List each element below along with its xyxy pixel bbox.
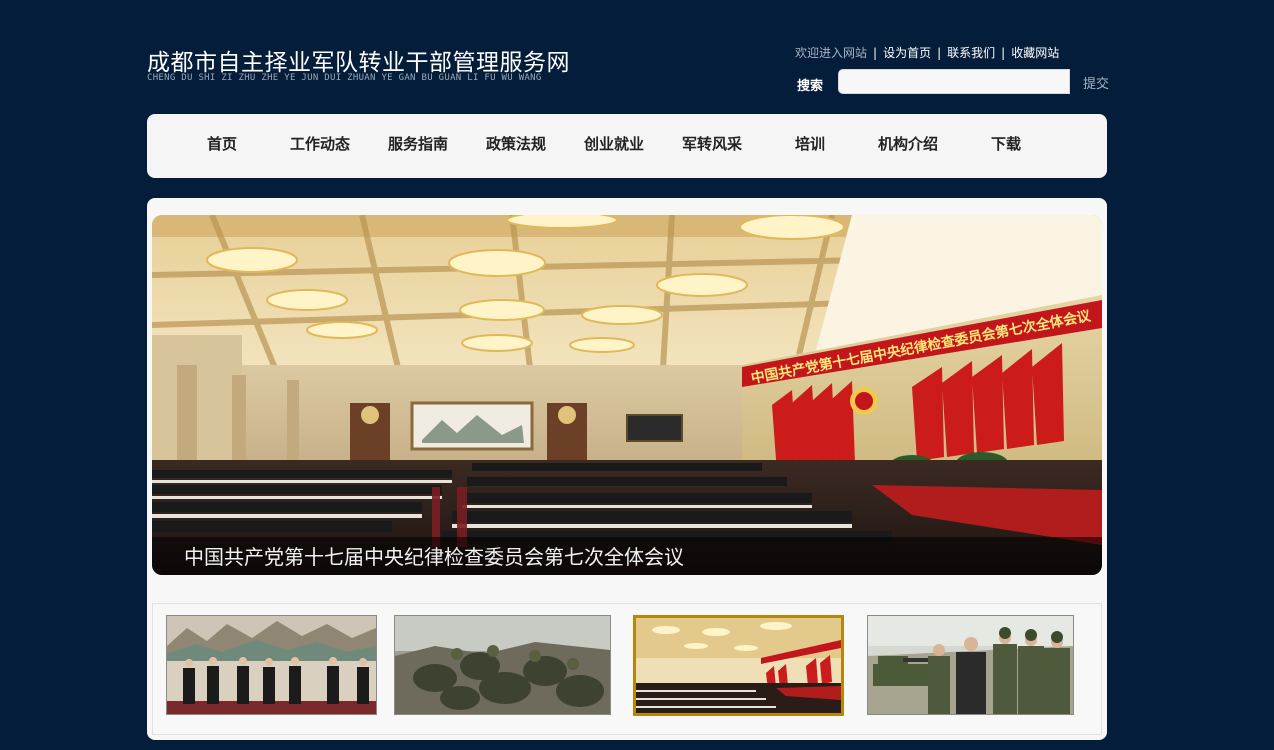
bookmark-site-link[interactable]: 收藏网站 [1011, 44, 1059, 61]
set-homepage-link[interactable]: 设为首页 [883, 44, 931, 61]
welcome-link[interactable]: 欢迎进入网站 [795, 44, 867, 61]
nav-item-home[interactable]: 首页 [173, 114, 271, 178]
main-nav: 首页 工作动态 服务指南 政策法规 创业就业 军转风采 培训 机构介绍 下载 [147, 114, 1107, 178]
nav-item-download[interactable]: 下载 [957, 114, 1055, 178]
thumbnail-4[interactable] [867, 615, 1074, 715]
nav-item-service-guide[interactable]: 服务指南 [369, 114, 467, 178]
nav-item-employment[interactable]: 创业就业 [565, 114, 663, 178]
thumbnail-photo-soldiers-training [395, 616, 610, 714]
hero-photo-conference-hall: 中国共产党第十七届中央纪律检查委员会第七次全体会议 [152, 215, 1102, 575]
nav-item-policies[interactable]: 政策法规 [467, 114, 565, 178]
main-panel: 中国共产党第十七届中央纪律检查委员会第七次全体会议 中国共产党第十七届中央纪律检… [147, 198, 1107, 740]
nav-item-about[interactable]: 机构介绍 [859, 114, 957, 178]
nav-item-training[interactable]: 培训 [761, 114, 859, 178]
contact-us-link[interactable]: 联系我们 [947, 44, 995, 61]
nav-item-work-news[interactable]: 工作动态 [271, 114, 369, 178]
separator: | [1001, 45, 1006, 60]
thumbnail-strip [152, 603, 1102, 735]
hero-slide[interactable]: 中国共产党第十七届中央纪律检查委员会第七次全体会议 中国共产党第十七届中央纪律检… [152, 215, 1102, 575]
thumbnail-3-active[interactable] [633, 615, 844, 716]
site-subtitle-pinyin: CHENG DU SHI ZI ZHU ZHE YE JUN DUI ZHUAN… [147, 73, 542, 83]
site-title: 成都市自主择业军队转业干部管理服务网 [147, 50, 570, 76]
thumbnail-photo-conference-hall [636, 618, 841, 713]
search-input[interactable] [838, 69, 1070, 94]
hero-caption[interactable]: 中国共产党第十七届中央纪律检查委员会第七次全体会议 [184, 541, 684, 570]
nav-item-style[interactable]: 军转风采 [663, 114, 761, 178]
search-label: 搜索 [797, 79, 824, 94]
search-submit-button[interactable]: 提交 [1083, 73, 1109, 92]
thumbnail-2[interactable] [394, 615, 611, 715]
thumbnail-photo-leader-with-soldiers [868, 616, 1073, 714]
separator: | [937, 45, 942, 60]
thumbnail-photo-leaders [167, 616, 376, 714]
top-links: 欢迎进入网站 | 设为首页 | 联系我们 | 收藏网站 [795, 44, 1059, 61]
separator: | [873, 45, 878, 60]
thumbnail-1[interactable] [166, 615, 377, 715]
